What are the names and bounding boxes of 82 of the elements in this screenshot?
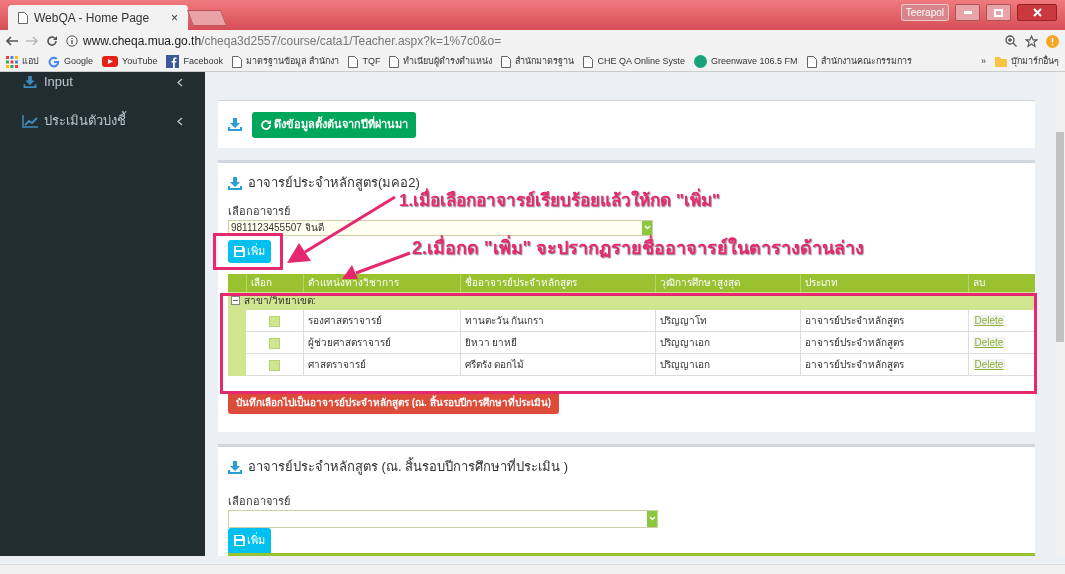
more-bookmarks-button[interactable]: » (981, 54, 986, 69)
folder-icon (995, 56, 1007, 67)
bookmark[interactable]: แอป (6, 54, 39, 69)
table-cell: ผู้ช่วยศาสตราจารย์ (303, 331, 460, 354)
google-g-icon (48, 55, 60, 68)
table-cell: ศรีตรัง ดอกไม้ (460, 353, 655, 376)
new-tab-button[interactable] (187, 10, 227, 26)
table-cell: อาจารย์ประจำหลักสูตร (800, 353, 968, 376)
bookmark[interactable]: สำนักมาตรฐาน (501, 54, 575, 69)
section-title: อาจารย์ประจำหลักสูตร (ณ. สิ้นรอบปีการศึกษาที่ประเมิน ) (248, 457, 569, 477)
download-icon (228, 176, 242, 190)
refresh-icon (260, 118, 272, 131)
sidebar-item[interactable]: ประเมินตัวบ่งชี้ (0, 106, 205, 136)
bookmark[interactable]: Greenwave 106.5 FM (694, 54, 798, 69)
bookmark[interactable]: Facebook (166, 54, 223, 69)
bookmark[interactable]: ทำเนียบผู้ดำรงตำแหน่ง (389, 54, 493, 69)
download-icon (22, 76, 38, 88)
bookmark[interactable]: มาตรฐานข้อมูล สำนักงา (231, 54, 340, 69)
play-button-icon (102, 56, 119, 67)
chevron-icon (177, 77, 183, 87)
collapse-toggle-icon[interactable] (231, 296, 240, 305)
tab-title: WebQA - Home Page (34, 9, 151, 27)
line-chart-icon (22, 114, 38, 128)
download-icon (228, 118, 242, 131)
table-cell: ศาสตราจารย์ (303, 353, 460, 376)
teacher-select[interactable]: 9811123455507 จินดี (228, 219, 653, 236)
apps-grid-icon (6, 55, 18, 68)
minimize-button[interactable] (955, 4, 980, 21)
back-arrow-icon[interactable] (6, 36, 18, 46)
column-header: วุฒิการศึกษาสูงสุด (655, 273, 800, 292)
page-icon (501, 55, 512, 68)
star-icon[interactable] (1025, 34, 1038, 48)
minimize-icon (963, 11, 972, 14)
page-icon (18, 11, 28, 24)
row-checkbox[interactable] (268, 337, 280, 349)
page-icon (583, 55, 594, 68)
table-cell: อาจารย์ประจำหลักสูตร (800, 309, 968, 332)
table-cell: ปริญญาเอก (655, 353, 800, 376)
maximize-button[interactable] (986, 4, 1011, 21)
f-logo-icon (166, 55, 180, 68)
bookmark[interactable]: บุ๊กมาร์กอื่นๆ (995, 54, 1059, 69)
table-cell: ปริญญาเอก (655, 331, 800, 354)
chevron-icon (177, 116, 183, 126)
browser-tab[interactable]: WebQA - Home Page × (8, 5, 188, 30)
tab-close-button[interactable]: × (171, 8, 178, 27)
circle-logo-icon (694, 55, 707, 68)
dropdown-caret-icon (648, 516, 656, 521)
annotation-text: 2.เมื่อกด "เพิ่ม" จะปรากฏรายชื่ออาจารย์ในตารางด้านล่าง (412, 235, 865, 262)
page-icon (231, 55, 242, 68)
dropdown-caret-icon (643, 225, 651, 230)
page-icon (806, 55, 817, 68)
column-header: เลือก (246, 273, 303, 292)
url-text: www.cheqa.mua.go.th/cheqa3d2557/course/cata1/Teacher.aspx?k=1%7c0&o= (83, 33, 502, 50)
table-cell: รองศาสตราจารย์ (303, 309, 460, 332)
maximize-icon (994, 8, 1003, 17)
table-cell: ทานตะวัน กันเกรา (460, 309, 655, 332)
field-label: เลือกอาจารย์ (228, 204, 290, 219)
zoom-icon[interactable] (1005, 35, 1017, 47)
row-checkbox[interactable] (268, 315, 280, 327)
column-header: ประเภท (800, 273, 968, 292)
group-label: สาขา/วิทยาเขต: (244, 294, 316, 308)
reload-icon[interactable] (46, 35, 58, 47)
column-header: ชื่ออาจารย์ประจำหลักสูตร (460, 273, 655, 292)
table-cell: ปริญญาโท (655, 309, 800, 332)
close-button[interactable] (1017, 4, 1057, 21)
info-icon (66, 35, 78, 47)
bookmark[interactable]: Google (48, 54, 94, 69)
sidebar-item[interactable]: Input (0, 72, 205, 92)
highlight-frame (213, 233, 283, 270)
page-icon (348, 55, 359, 68)
bookmark[interactable]: CHE QA Online Syste (583, 54, 685, 69)
download-icon (228, 460, 242, 474)
table-cell: อาจารย์ประจำหลักสูตร (800, 331, 968, 354)
page-icon (389, 55, 400, 68)
column-header: ลบ (968, 273, 1035, 292)
table-cell: ยิหวา ยาหยี (460, 331, 655, 354)
bookmark[interactable]: TQF (348, 54, 381, 69)
bookmark[interactable]: YouTube (102, 54, 158, 69)
close-icon (1032, 8, 1042, 17)
row-checkbox[interactable] (268, 359, 280, 371)
field-label: เลือกอาจารย์ (228, 494, 290, 509)
bookmark[interactable]: สำนักงานคณะกรรมการ (806, 54, 912, 69)
